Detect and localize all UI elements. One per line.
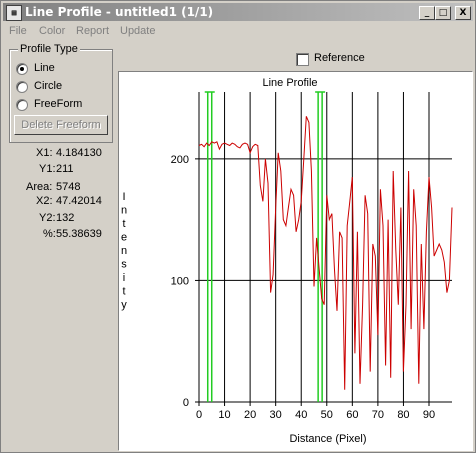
stat-x2-label: X2: [36,195,53,207]
maximize-button[interactable]: □ [435,6,451,20]
y-tick-label: 100 [171,275,189,287]
y-axis-label-letter: n [121,245,127,257]
line-profile-window: ▦ Line Profile - untitled1 (1/1) _ □ X F… [0,0,476,453]
y-tick-label: 200 [171,154,189,166]
x-tick-label: 0 [196,409,202,421]
y-axis-label-letter: t [122,286,125,298]
profile-type-group: Profile Type Line Circle FreeForm Delete… [9,43,113,143]
x-tick-label: 90 [423,409,435,421]
delete-freeform-button[interactable]: Delete Freeform [14,115,108,135]
y-axis-label-letter: e [121,232,127,244]
radio-line-button[interactable] [16,63,28,75]
x-axis-label: Distance (Pixel) [289,433,366,445]
menu-file[interactable]: File [9,25,27,37]
radio-line-label: Line [34,62,55,74]
profile-series-line [198,116,453,390]
reference-label: Reference [314,52,365,64]
window-title: Line Profile - untitled1 (1/1) [25,5,214,19]
plot-svg: Line Profile 0 10 20 30 40 50 60 70 80 900100200 … [121,77,453,445]
menu-bar: File Color Report Update [3,22,473,40]
x-tick-label: 20 [244,409,256,421]
minimize-button[interactable]: _ [419,6,435,20]
plot-markers [204,91,326,402]
y-axis-label-letter: I [122,191,125,203]
x-tick-label: 60 [346,409,358,421]
chart-title: Line Profile [262,77,317,89]
stat-y1-label: Y1: [39,163,56,175]
stat-y2-label: Y2: [39,212,56,224]
x-tick-label: 50 [321,409,333,421]
menu-color[interactable]: Color [39,25,65,37]
plot-axes [195,92,452,406]
stat-y2-value: 132 [56,212,75,224]
y-axis-label-letter: s [121,259,127,271]
y-axis-label-letter: y [121,299,127,311]
stat-x1-value: 4.184130 [56,147,102,159]
app-icon: ▦ [6,5,22,21]
stat-x2-value: 47.42014 [56,195,102,207]
plot-series [198,116,453,390]
x-tick-label: 40 [295,409,307,421]
stat-area-value: 5748 [56,181,81,193]
x-tick-label: 10 [218,409,230,421]
line-profile-plot[interactable]: Line Profile 0 10 20 30 40 50 60 70 80 90 0 100 200 … [118,71,473,451]
title-bar[interactable]: ▦ Line Profile - untitled1 (1/1) _ □ X [3,3,473,21]
stat-y1-value: 211 [56,163,74,175]
y-axis-label: Intensity [121,191,127,311]
close-button[interactable]: X [455,6,471,20]
profile-type-legend: Profile Type [18,43,80,55]
plot-tick-labels: 0 10 20 30 40 50 60 70 80 90 0 100 200 [171,154,435,421]
x-tick-label: 70 [372,409,384,421]
stat-percent-label: %: [43,228,56,240]
stat-x1-label: X1: [36,147,53,159]
y-axis-label-letter: t [122,218,125,230]
radio-circle-button[interactable] [16,81,28,93]
x-tick-label: 80 [397,409,409,421]
y-axis-label-letter: i [123,272,125,284]
menu-report[interactable]: Report [76,25,109,37]
stat-area-label: Area: [26,181,53,193]
y-axis-label-letter: n [121,205,127,217]
radio-freeform-label: FreeForm [34,98,83,110]
y-tick-label: 0 [183,397,189,409]
reference-checkbox[interactable] [296,53,309,66]
radio-circle-label: Circle [34,80,63,92]
menu-update[interactable]: Update [120,25,155,37]
stat-percent-value: 55.38639 [56,228,102,240]
radio-freeform-button[interactable] [16,99,28,111]
x-tick-label: 30 [270,409,282,421]
